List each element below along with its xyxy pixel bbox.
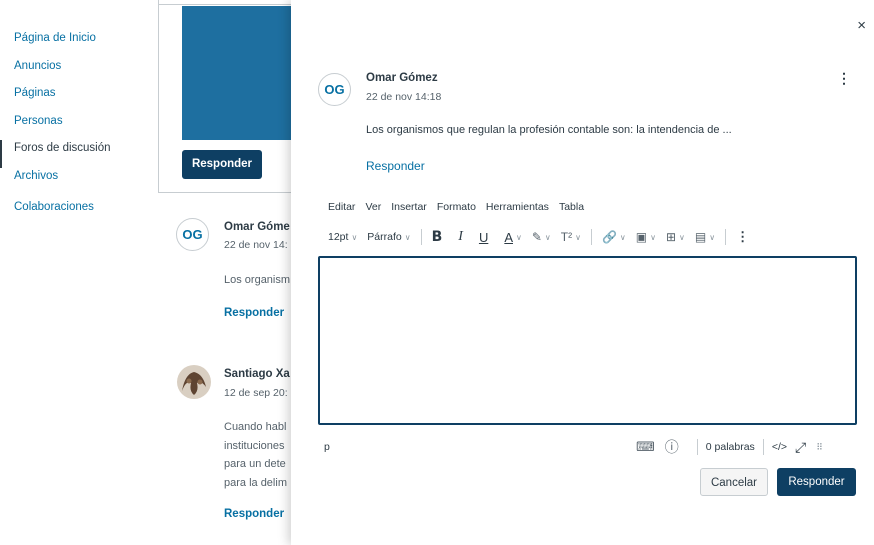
post-author[interactable]: Omar Gómez [366, 72, 438, 84]
fullscreen-icon[interactable]: ⤢ [795, 439, 806, 456]
topic-reply-button[interactable]: Responder [182, 150, 262, 179]
more-options-button[interactable]: ⋮ [736, 229, 749, 245]
entry-author[interactable]: Santiago Xa [224, 368, 290, 380]
accessibility-icon[interactable]: ⓘ [665, 437, 679, 457]
chevron-down-icon: ∨ [516, 232, 522, 242]
kebab-icon: ⋮ [736, 229, 750, 244]
chevron-down-icon: ∨ [544, 232, 551, 242]
reply-tray: × OG Omar Gómez 22 de nov 14:18 ⋮ Los or… [291, 0, 874, 545]
block-format-select[interactable]: Párrafo ∨ [367, 231, 410, 243]
text-color-button[interactable]: A ∨ [504, 230, 522, 245]
font-size-value: 12pt [328, 231, 349, 243]
chevron-down-icon: ∨ [619, 232, 626, 242]
nav-item-announcements[interactable]: Anuncios [0, 58, 160, 86]
nav-link-people[interactable]: Personas [14, 115, 63, 127]
menu-edit[interactable]: Editar [328, 201, 355, 213]
post-reply-link[interactable]: Responder [366, 159, 425, 173]
menu-table[interactable]: Tabla [559, 201, 584, 213]
nav-item-people[interactable]: Personas [0, 113, 160, 141]
element-path[interactable]: p [324, 441, 330, 453]
nav-item-home[interactable]: Página de Inicio [0, 30, 160, 58]
nav-link-collaborations[interactable]: Colaboraciones [14, 201, 94, 213]
media-button[interactable]: ⊞ ∨ [666, 230, 685, 244]
chevron-down-icon: ∨ [404, 232, 411, 242]
course-navigation: Página de Inicio Anuncios Páginas Person… [0, 0, 160, 545]
image-button[interactable]: ▣ ∨ [636, 230, 656, 244]
avatar[interactable] [177, 365, 211, 399]
post-options-kebab-icon[interactable]: ⋮ [837, 70, 851, 87]
link-icon: 🔗 [601, 230, 617, 244]
entry-reply-link[interactable]: Responder [224, 508, 284, 520]
menu-format[interactable]: Formato [437, 201, 476, 213]
avatar[interactable]: OG [176, 218, 209, 251]
entry-date: 12 de sep 20: [224, 387, 288, 399]
document-button[interactable]: ▤ ∨ [695, 230, 715, 244]
word-count[interactable]: 0 palabras [706, 441, 755, 453]
menu-view[interactable]: Ver [365, 201, 381, 213]
media-icon: ⊞ [665, 230, 677, 244]
toolbar-separator [420, 229, 422, 245]
nav-item-files[interactable]: Archivos [0, 168, 160, 196]
entry-date: 22 de nov 14: [224, 239, 288, 251]
status-separator [762, 439, 764, 455]
close-icon[interactable]: × [857, 17, 866, 34]
nav-link-pages[interactable]: Páginas [14, 87, 56, 99]
vertical-divider [158, 0, 159, 192]
submit-reply-button[interactable]: Responder [777, 468, 856, 496]
rich-text-editor[interactable] [318, 256, 857, 425]
nav-item-discussions[interactable]: Foros de discusión [0, 140, 160, 168]
chevron-down-icon: ∨ [709, 232, 716, 242]
user-photo-icon [177, 365, 211, 399]
nav-item-collaborations[interactable]: Colaboraciones [0, 199, 160, 227]
avatar[interactable]: OG [318, 73, 351, 106]
block-format-value: Párrafo [367, 231, 402, 243]
cancel-button[interactable]: Cancelar [700, 468, 768, 496]
underline-button[interactable]: U [479, 230, 488, 245]
nav-link-discussions[interactable]: Foros de discusión [14, 142, 111, 154]
entry-text: Los organism [224, 274, 291, 286]
nav-link-home[interactable]: Página de Inicio [14, 32, 96, 44]
nav-link-files[interactable]: Archivos [14, 170, 58, 182]
menu-tools[interactable]: Herramientas [486, 201, 549, 213]
superscript-icon: T² [560, 230, 573, 244]
post-date: 22 de nov 14:18 [366, 91, 442, 103]
nav-link-announcements[interactable]: Anuncios [14, 60, 61, 72]
editor-toolbar: 12pt ∨ Párrafo ∨ B I U A ∨ ✎ ∨ T² ∨ 🔗 ∨ ▣ ∨ ⊞ ∨ … [328, 226, 759, 248]
entry-author[interactable]: Omar Góme [224, 221, 290, 233]
chevron-down-icon: ∨ [650, 232, 656, 242]
editor-menubar: Editar Ver Insertar Formato Herramientas… [328, 201, 584, 213]
keyboard-icon[interactable]: ⌨ [636, 439, 655, 455]
chevron-down-icon: ∨ [679, 232, 685, 242]
toolbar-separator [725, 229, 727, 245]
toolbar-separator [590, 229, 592, 245]
resize-grip-icon[interactable]: ⠿ [816, 442, 823, 453]
entry-text-line: Cuando habl [224, 421, 287, 433]
superscript-button[interactable]: T² ∨ [561, 230, 581, 244]
nav-item-pages[interactable]: Páginas [0, 85, 160, 113]
entry-text-line: instituciones [224, 439, 285, 452]
link-button[interactable]: 🔗 ∨ [602, 230, 626, 244]
entry-text-line: para la delim [224, 476, 287, 489]
status-separator [696, 439, 698, 455]
text-color-icon: A [504, 229, 513, 245]
bold-button[interactable]: B [432, 229, 443, 245]
post-message: Los organismos que regulan la profesión … [366, 124, 732, 136]
chevron-down-icon: ∨ [575, 232, 581, 242]
html-editor-toggle[interactable]: </> [772, 441, 787, 453]
highlight-pen-icon: ✎ [531, 230, 542, 244]
menu-insert[interactable]: Insertar [391, 201, 427, 213]
highlight-button[interactable]: ✎ ∨ [532, 230, 551, 244]
document-icon: ▤ [694, 230, 707, 244]
chevron-down-icon: ∨ [351, 232, 358, 242]
editor-statusbar: ⌨ ⓘ 0 palabras </> ⤢ ⠿ [636, 437, 823, 457]
image-icon: ▣ [635, 230, 648, 244]
italic-button[interactable]: I [458, 229, 463, 245]
horizontal-divider [158, 192, 298, 193]
font-size-select[interactable]: 12pt ∨ [328, 231, 357, 243]
entry-reply-link[interactable]: Responder [224, 307, 284, 319]
entry-text-line: para un dete [224, 458, 286, 470]
